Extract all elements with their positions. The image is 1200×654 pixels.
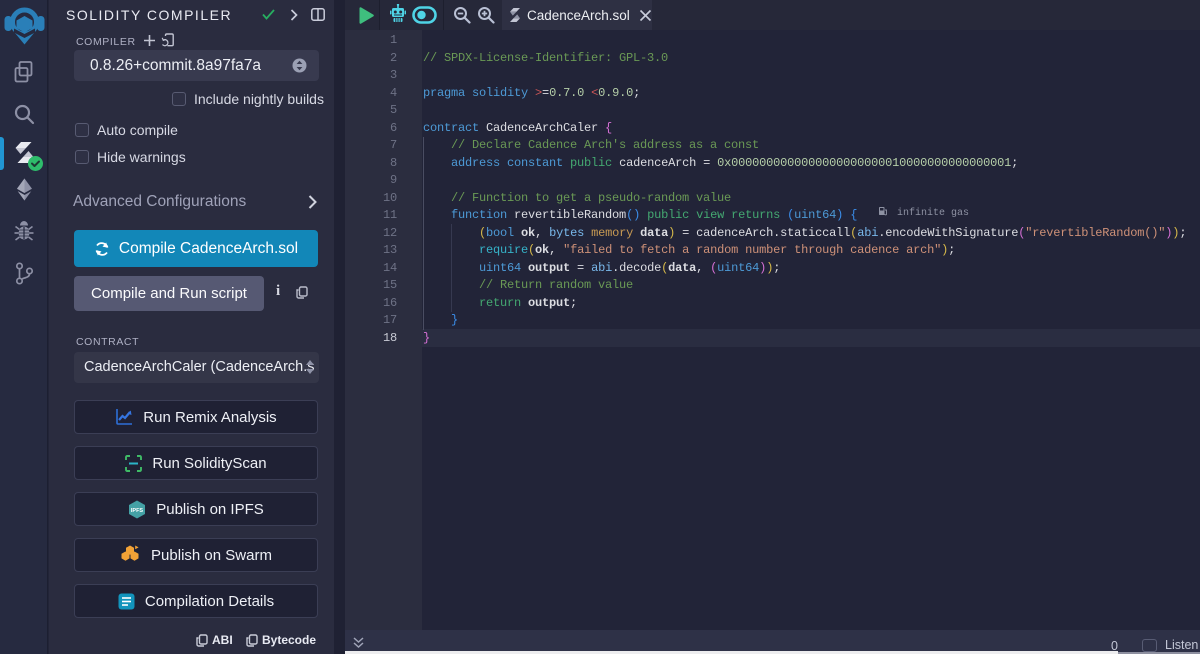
- svg-text:IPFS: IPFS: [131, 508, 144, 514]
